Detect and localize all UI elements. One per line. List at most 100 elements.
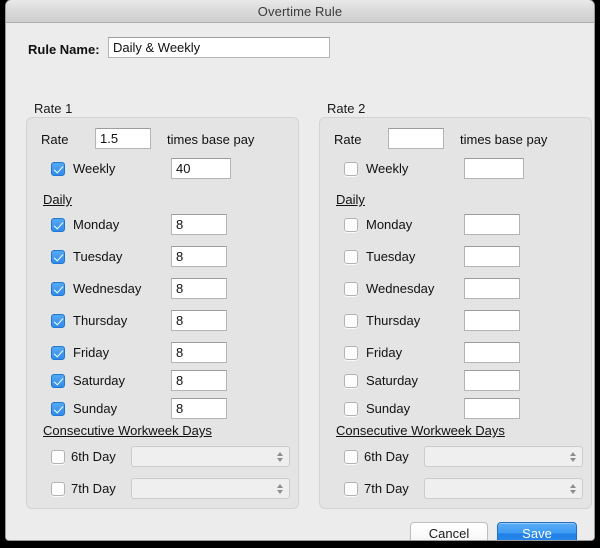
rate2-wednesday-checkbox[interactable] bbox=[344, 282, 358, 296]
rate2-rate-input[interactable] bbox=[388, 128, 444, 149]
rate1-day-row-monday: Monday 8 bbox=[41, 214, 291, 236]
rate1-seventh-day-row: 7th Day bbox=[41, 478, 291, 500]
rate1-seventh-day-stepper[interactable] bbox=[131, 478, 290, 499]
rate1-panel: Rate 1.5 times base pay Weekly 40 Daily … bbox=[26, 117, 299, 509]
rate1-saturday-label: Saturday bbox=[73, 373, 126, 388]
save-button[interactable]: Save bbox=[497, 522, 577, 540]
rate1-sixth-day-label: 6th Day bbox=[71, 449, 116, 464]
rate1-rate-row: Rate 1.5 times base pay bbox=[41, 128, 291, 150]
rate1-wednesday-label: Wednesday bbox=[73, 281, 142, 296]
rate2-sunday-input[interactable] bbox=[464, 398, 520, 419]
rate2-sixth-day-row: 6th Day bbox=[334, 446, 584, 468]
rate2-times-base-pay-label: times base pay bbox=[460, 132, 548, 147]
dialog-content: Rule Name: Daily & Weekly Rate 1 Rate 2 … bbox=[6, 23, 594, 540]
rate2-monday-label: Monday bbox=[366, 217, 413, 232]
rate1-seventh-day-label: 7th Day bbox=[71, 481, 116, 496]
rate1-rate-input[interactable]: 1.5 bbox=[95, 128, 151, 149]
rate2-monday-input[interactable] bbox=[464, 214, 520, 235]
rate2-weekly-checkbox[interactable] bbox=[344, 162, 358, 176]
rate1-weekly-checkbox[interactable] bbox=[51, 162, 65, 176]
rate1-consecutive-heading: Consecutive Workweek Days bbox=[43, 423, 212, 438]
rate2-tuesday-input[interactable] bbox=[464, 246, 520, 267]
rate1-thursday-label: Thursday bbox=[73, 313, 128, 328]
rate1-seventh-day-checkbox[interactable] bbox=[51, 482, 65, 496]
stepper-chevron-icon[interactable] bbox=[272, 480, 287, 497]
rate1-day-row-wednesday: Wednesday 8 bbox=[41, 278, 291, 300]
rate1-tuesday-label: Tuesday bbox=[73, 249, 123, 264]
rate2-seventh-day-stepper[interactable] bbox=[424, 478, 583, 499]
rate2-weekly-row: Weekly bbox=[334, 158, 584, 180]
rate1-saturday-input[interactable]: 8 bbox=[171, 370, 227, 391]
rate2-sixth-day-stepper[interactable] bbox=[424, 446, 583, 467]
rate2-sixth-day-checkbox[interactable] bbox=[344, 450, 358, 464]
rate2-seventh-day-checkbox[interactable] bbox=[344, 482, 358, 496]
rate2-weekly-input[interactable] bbox=[464, 158, 524, 179]
rate2-consecutive-heading: Consecutive Workweek Days bbox=[336, 423, 505, 438]
rate1-friday-label: Friday bbox=[73, 345, 110, 360]
rate1-sunday-label: Sunday bbox=[73, 401, 118, 416]
rate1-wednesday-checkbox[interactable] bbox=[51, 282, 65, 296]
rate2-sunday-label: Sunday bbox=[366, 401, 411, 416]
rate2-rate-row: Rate times base pay bbox=[334, 128, 584, 150]
rate1-day-row-friday: Friday 8 bbox=[41, 342, 291, 364]
rate2-tuesday-checkbox[interactable] bbox=[344, 250, 358, 264]
rate2-sunday-checkbox[interactable] bbox=[344, 402, 358, 416]
rate2-day-row-thursday: Thursday bbox=[334, 310, 584, 332]
rate1-times-base-pay-label: times base pay bbox=[167, 132, 255, 147]
rate2-group-title: Rate 2 bbox=[327, 101, 366, 116]
stepper-chevron-icon[interactable] bbox=[272, 448, 287, 465]
rate1-weekly-label: Weekly bbox=[73, 161, 116, 176]
rate1-rate-label: Rate bbox=[41, 132, 69, 147]
rate2-daily-heading: Daily bbox=[336, 192, 365, 207]
rate2-thursday-checkbox[interactable] bbox=[344, 314, 358, 328]
rate1-monday-label: Monday bbox=[73, 217, 120, 232]
rate2-day-row-sunday: Sunday bbox=[334, 398, 584, 420]
rate1-weekly-row: Weekly 40 bbox=[41, 158, 291, 180]
rate1-group-title: Rate 1 bbox=[34, 101, 73, 116]
rate1-thursday-checkbox[interactable] bbox=[51, 314, 65, 328]
rate2-monday-checkbox[interactable] bbox=[344, 218, 358, 232]
rate1-sixth-day-row: 6th Day bbox=[41, 446, 291, 468]
rate2-friday-input[interactable] bbox=[464, 342, 520, 363]
rate1-day-row-saturday: Saturday 8 bbox=[41, 370, 291, 392]
rate2-day-row-friday: Friday bbox=[334, 342, 584, 364]
rate1-monday-checkbox[interactable] bbox=[51, 218, 65, 232]
rate1-weekly-input[interactable]: 40 bbox=[171, 158, 231, 179]
rule-name-input[interactable]: Daily & Weekly bbox=[108, 37, 330, 58]
rate2-thursday-input[interactable] bbox=[464, 310, 520, 331]
rate2-friday-checkbox[interactable] bbox=[344, 346, 358, 360]
rule-name-row: Rule Name: Daily & Weekly bbox=[6, 37, 594, 65]
rate2-friday-label: Friday bbox=[366, 345, 403, 360]
rate1-sixth-day-stepper[interactable] bbox=[131, 446, 290, 467]
title-bar: Overtime Rule bbox=[6, 0, 594, 23]
rate2-rate-label: Rate bbox=[334, 132, 362, 147]
stepper-chevron-icon[interactable] bbox=[565, 480, 580, 497]
window-title: Overtime Rule bbox=[257, 3, 343, 19]
rate2-wednesday-input[interactable] bbox=[464, 278, 520, 299]
rate1-saturday-checkbox[interactable] bbox=[51, 374, 65, 388]
rate1-daily-heading: Daily bbox=[43, 192, 72, 207]
rate2-sixth-day-label: 6th Day bbox=[364, 449, 409, 464]
rate1-monday-input[interactable]: 8 bbox=[171, 214, 227, 235]
cancel-button[interactable]: Cancel bbox=[410, 522, 488, 540]
rate1-tuesday-input[interactable]: 8 bbox=[171, 246, 227, 267]
rate1-friday-input[interactable]: 8 bbox=[171, 342, 227, 363]
rate1-sixth-day-checkbox[interactable] bbox=[51, 450, 65, 464]
rate1-sunday-checkbox[interactable] bbox=[51, 402, 65, 416]
rate1-day-row-thursday: Thursday 8 bbox=[41, 310, 291, 332]
rate1-sunday-input[interactable]: 8 bbox=[171, 398, 227, 419]
rate1-day-row-sunday: Sunday 8 bbox=[41, 398, 291, 420]
rate2-day-row-monday: Monday bbox=[334, 214, 584, 236]
overtime-rule-dialog: Overtime Rule Rule Name: Daily & Weekly … bbox=[6, 0, 594, 540]
rate2-saturday-checkbox[interactable] bbox=[344, 374, 358, 388]
rate2-weekly-label: Weekly bbox=[366, 161, 409, 176]
rate1-wednesday-input[interactable]: 8 bbox=[171, 278, 227, 299]
rate2-seventh-day-label: 7th Day bbox=[364, 481, 409, 496]
rate1-friday-checkbox[interactable] bbox=[51, 346, 65, 360]
rate1-tuesday-checkbox[interactable] bbox=[51, 250, 65, 264]
stepper-chevron-icon[interactable] bbox=[565, 448, 580, 465]
rate1-thursday-input[interactable]: 8 bbox=[171, 310, 227, 331]
rate2-saturday-input[interactable] bbox=[464, 370, 520, 391]
rate2-day-row-wednesday: Wednesday bbox=[334, 278, 584, 300]
rule-name-label: Rule Name: bbox=[28, 42, 100, 57]
